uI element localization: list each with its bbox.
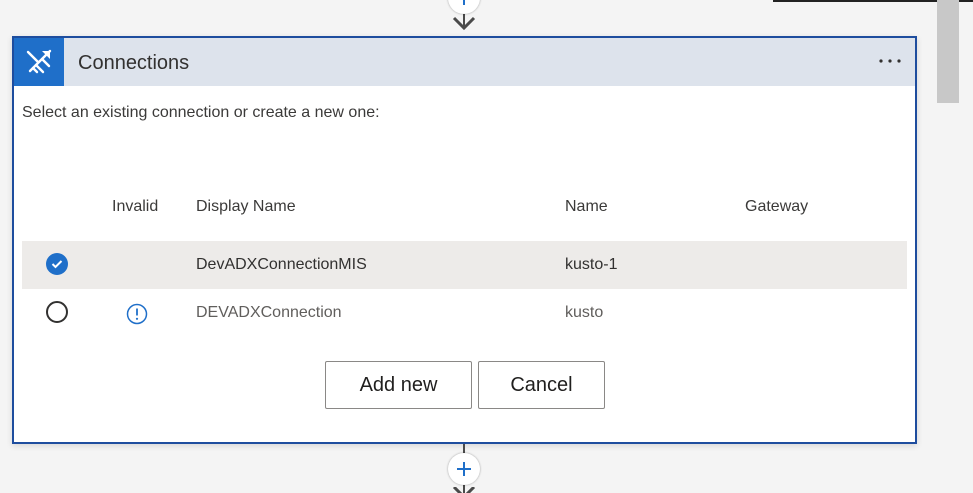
column-header-invalid: Invalid [112, 198, 159, 215]
insert-step-button-bottom[interactable] [448, 453, 480, 485]
designer-canvas: Connections Select an existing connectio… [0, 0, 973, 493]
connections-card: Connections Select an existing connectio… [12, 36, 917, 444]
plus-icon [463, 0, 465, 5]
column-header-gateway: Gateway [745, 198, 809, 215]
exclamation-circle-icon [126, 303, 148, 325]
plus-icon [457, 462, 471, 476]
card-header: Connections [14, 38, 915, 86]
row-radio-selected[interactable] [46, 253, 68, 275]
instructions-text: Select an existing connection or create … [22, 104, 380, 121]
column-header-name: Name [565, 198, 608, 215]
checkmark-icon [51, 260, 63, 269]
more-options-button[interactable] [877, 48, 903, 74]
row-radio-unselected[interactable] [46, 301, 68, 323]
cell-display-name: DevADXConnectionMIS [196, 256, 367, 273]
scrollbar-thumb[interactable] [937, 0, 959, 103]
cell-name: kusto-1 [565, 256, 618, 273]
add-new-button[interactable]: Add new [325, 361, 472, 409]
arrow-down-icon [452, 16, 476, 31]
column-header-display-name: Display Name [196, 198, 296, 215]
arrow-down-icon [452, 487, 476, 493]
cell-display-name: DEVADXConnection [196, 304, 342, 321]
insert-step-button-top[interactable] [448, 0, 480, 14]
cancel-button[interactable]: Cancel [478, 361, 605, 409]
card-title: Connections [78, 52, 190, 74]
cell-name: kusto [565, 304, 604, 321]
connection-row[interactable]: DevADXConnectionMIS kusto-1 [22, 241, 907, 289]
azure-data-explorer-icon [14, 38, 64, 86]
connection-row[interactable]: DEVADXConnection kusto [22, 289, 907, 337]
ellipsis-icon [879, 59, 901, 63]
